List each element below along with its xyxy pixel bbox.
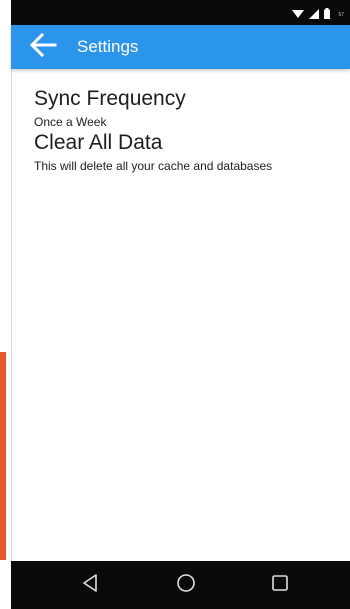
pref-clear-all-data[interactable]: Clear All Data This will delete all your… bbox=[34, 131, 339, 174]
pref-summary: This will delete all your cache and data… bbox=[34, 159, 273, 173]
cell-signal-icon bbox=[309, 6, 320, 24]
status-bar: 57 bbox=[11, 0, 350, 25]
wifi-icon bbox=[292, 6, 305, 24]
pref-summary: Once a Week bbox=[34, 115, 107, 129]
left-edge-divider bbox=[11, 0, 12, 609]
nav-home-button[interactable] bbox=[174, 573, 198, 597]
status-time: 57 bbox=[338, 12, 344, 18]
navigation-bar bbox=[11, 561, 350, 609]
left-edge-accent bbox=[0, 352, 6, 560]
back-button[interactable] bbox=[28, 32, 58, 62]
pref-title: Sync Frequency bbox=[34, 87, 186, 110]
page-title: Settings bbox=[77, 37, 139, 56]
pref-title: Clear All Data bbox=[34, 131, 163, 154]
preferences-list: Sync Frequency Once a Week Clear All Dat… bbox=[34, 87, 339, 174]
app-bar: Settings bbox=[11, 25, 350, 69]
circle-home-icon bbox=[176, 573, 196, 598]
pref-sync-frequency[interactable]: Sync Frequency Once a Week bbox=[34, 87, 339, 130]
battery-icon bbox=[324, 6, 331, 24]
screen: 57 Settings Sync Frequency Once a Week C… bbox=[0, 0, 350, 609]
arrow-left-icon bbox=[29, 32, 57, 62]
triangle-back-icon bbox=[81, 573, 99, 598]
square-recents-icon bbox=[271, 574, 289, 597]
nav-back-button[interactable] bbox=[78, 573, 102, 597]
nav-recents-button[interactable] bbox=[268, 573, 292, 597]
status-icons: 57 bbox=[292, 6, 344, 24]
